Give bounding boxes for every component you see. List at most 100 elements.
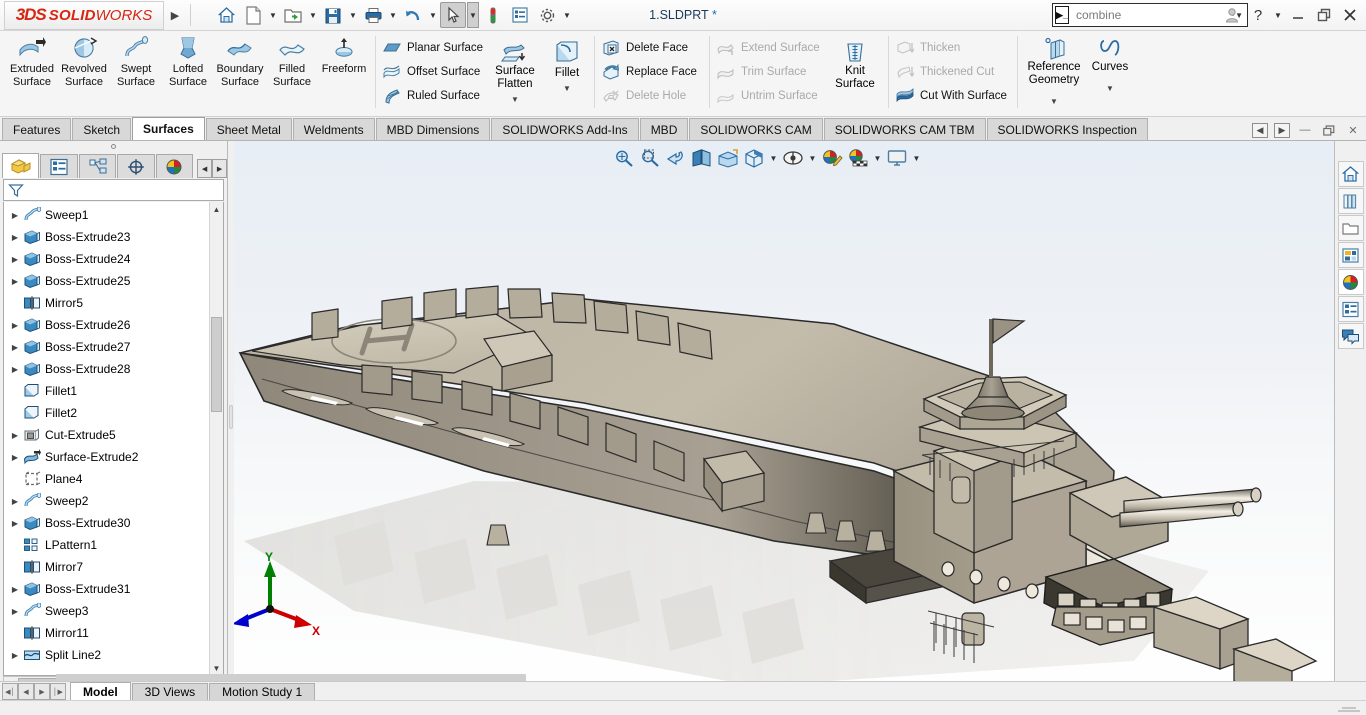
fillet-button[interactable]: Fillet ▼ bbox=[545, 31, 589, 95]
zoom-to-area-icon[interactable] bbox=[638, 146, 662, 170]
previous-document-button[interactable]: ◀ bbox=[1252, 122, 1268, 138]
save-icon[interactable] bbox=[320, 2, 346, 28]
surface-flatten-chevron-down-icon[interactable]: ▼ bbox=[511, 93, 519, 106]
apply-scene-icon[interactable] bbox=[846, 146, 870, 170]
expand-arrow-icon[interactable]: ▶ bbox=[8, 321, 22, 330]
feature-tree-item[interactable]: ▶ Boss-Extrude26 bbox=[4, 314, 209, 336]
expand-arrow-icon[interactable]: ▶ bbox=[8, 453, 22, 462]
help-chevron-down-icon[interactable]: ▼ bbox=[1272, 2, 1284, 28]
ruled-surface-button[interactable]: Ruled Surface bbox=[381, 85, 485, 107]
offset-surface-button[interactable]: Offset Surface bbox=[381, 61, 485, 83]
extruded-surface-button[interactable]: Extruded Surface bbox=[6, 31, 58, 88]
feature-tree-item[interactable]: ▶ Surface-Extrude2 bbox=[4, 446, 209, 468]
view-settings-icon[interactable] bbox=[885, 146, 909, 170]
display-manager-tab[interactable] bbox=[155, 154, 194, 178]
expand-arrow-icon[interactable]: ▶ bbox=[8, 343, 22, 352]
reference-geometry-chevron-down-icon[interactable]: ▼ bbox=[1050, 95, 1058, 108]
feature-manager-tab-next-button[interactable]: ▶ bbox=[212, 159, 228, 178]
feature-tree-item[interactable]: ▶ Sweep3 bbox=[4, 600, 209, 622]
tab-mbd[interactable]: MBD bbox=[639, 118, 689, 140]
tab-solidworks-cam[interactable]: SOLIDWORKS CAM bbox=[689, 118, 823, 140]
open-document-icon[interactable] bbox=[280, 2, 306, 28]
new-document-icon[interactable] bbox=[240, 2, 266, 28]
feature-tree-item[interactable]: ▶ Boss-Extrude30 bbox=[4, 512, 209, 534]
cut-with-surface-button[interactable]: Cut With Surface bbox=[894, 85, 1012, 107]
revolved-surface-button[interactable]: Revolved Surface bbox=[58, 31, 110, 88]
feature-tree-item[interactable]: ▶ Boss-Extrude27 bbox=[4, 336, 209, 358]
naval-warship-3d-model[interactable]: X Y Z bbox=[234, 141, 1334, 692]
options-gear-icon[interactable] bbox=[534, 2, 560, 28]
scroll-up-arrow-icon[interactable]: ▲ bbox=[210, 202, 223, 216]
expand-arrow-icon[interactable]: ▶ bbox=[8, 211, 22, 220]
print-chevron-down-icon[interactable]: ▼ bbox=[387, 2, 399, 28]
property-manager-tab[interactable] bbox=[40, 154, 78, 178]
solidworks-resources-icon[interactable] bbox=[1337, 161, 1364, 187]
swept-surface-button[interactable]: Swept Surface bbox=[110, 31, 162, 88]
display-style-chevron-down-icon[interactable]: ▼ bbox=[768, 146, 779, 170]
expand-arrow-icon[interactable]: ▶ bbox=[8, 585, 22, 594]
expand-arrow-icon[interactable]: ▶ bbox=[8, 365, 22, 374]
last-tab-button[interactable]: │▶ bbox=[50, 683, 66, 700]
expand-arrow-icon[interactable]: ▶ bbox=[8, 651, 22, 660]
hide-show-items-icon[interactable] bbox=[781, 146, 805, 170]
feature-tree-item[interactable]: Fillet2 bbox=[4, 402, 209, 424]
feature-tree-item[interactable]: ▶ Boss-Extrude23 bbox=[4, 226, 209, 248]
next-tab-button[interactable]: ▶ bbox=[34, 683, 50, 700]
display-style-icon[interactable] bbox=[742, 146, 766, 170]
freeform-button[interactable]: Freeform bbox=[318, 31, 370, 88]
feature-tree-item[interactable]: Mirror5 bbox=[4, 292, 209, 314]
document-restore-button[interactable] bbox=[1320, 122, 1338, 138]
restore-icon[interactable] bbox=[1312, 2, 1336, 28]
feature-tree-item[interactable]: ▶ Split Line2 bbox=[4, 644, 209, 666]
tab-sketch[interactable]: Sketch bbox=[72, 118, 132, 140]
tab-features[interactable]: Features bbox=[2, 118, 72, 140]
hide-show-items-chevron-down-icon[interactable]: ▼ bbox=[807, 146, 818, 170]
previous-tab-button[interactable]: ◀ bbox=[18, 683, 34, 700]
user-account-icon[interactable] bbox=[1220, 2, 1244, 28]
tab-weldments[interactable]: Weldments bbox=[292, 118, 375, 140]
configuration-manager-tab[interactable] bbox=[78, 154, 117, 178]
save-chevron-down-icon[interactable]: ▼ bbox=[347, 2, 359, 28]
edit-appearance-icon[interactable] bbox=[820, 146, 844, 170]
replace-face-button[interactable]: Replace Face bbox=[600, 61, 704, 83]
dimxpert-manager-tab[interactable] bbox=[117, 154, 155, 178]
zoom-to-fit-icon[interactable] bbox=[612, 146, 636, 170]
graphics-viewport[interactable]: X Y Z ▼ bbox=[234, 141, 1334, 692]
tab-solidworks-add-ins[interactable]: SOLIDWORKS Add-Ins bbox=[491, 118, 639, 140]
design-library-icon[interactable] bbox=[1337, 188, 1364, 214]
view-settings-chevron-down-icon[interactable]: ▼ bbox=[911, 146, 922, 170]
tab-solidworks-cam-tbm[interactable]: SOLIDWORKS CAM TBM bbox=[823, 118, 986, 140]
expand-arrow-icon[interactable]: ▶ bbox=[8, 277, 22, 286]
view-orientation-icon[interactable] bbox=[716, 146, 740, 170]
filled-surface-button[interactable]: Filled Surface bbox=[266, 31, 318, 88]
feature-manager-tab-prev-button[interactable]: ◀ bbox=[197, 159, 213, 178]
expand-arrow-icon[interactable]: ▶ bbox=[8, 233, 22, 242]
file-explorer-icon[interactable] bbox=[1337, 215, 1364, 241]
curves-button[interactable]: Curves ▼ bbox=[1085, 31, 1135, 95]
search-input[interactable] bbox=[1075, 8, 1231, 22]
feature-tree-item[interactable]: ▶ Boss-Extrude31 bbox=[4, 578, 209, 600]
feature-tree-item[interactable]: ▶ Sweep2 bbox=[4, 490, 209, 512]
fillet-chevron-down-icon[interactable]: ▼ bbox=[563, 82, 571, 95]
expand-arrow-icon[interactable]: ▶ bbox=[8, 255, 22, 264]
feature-tree-item[interactable]: ▶ Boss-Extrude25 bbox=[4, 270, 209, 292]
expand-arrow-icon[interactable]: ▶ bbox=[8, 519, 22, 528]
feature-manager-tab[interactable] bbox=[2, 153, 40, 178]
curves-chevron-down-icon[interactable]: ▼ bbox=[1106, 82, 1114, 95]
command-search-box[interactable]: ▶_ ▼ bbox=[1052, 3, 1248, 27]
apply-scene-chevron-down-icon[interactable]: ▼ bbox=[872, 146, 883, 170]
file-properties-icon[interactable] bbox=[507, 2, 533, 28]
options-chevron-down-icon[interactable]: ▼ bbox=[561, 2, 573, 28]
planar-surface-button[interactable]: Planar Surface bbox=[381, 37, 485, 59]
menu-expand-arrow-icon[interactable]: ▶ bbox=[164, 1, 186, 30]
scroll-down-arrow-icon[interactable]: ▼ bbox=[210, 661, 223, 675]
knit-surface-button[interactable]: Knit Surface bbox=[827, 31, 883, 91]
undo-chevron-down-icon[interactable]: ▼ bbox=[427, 2, 439, 28]
select-cursor-icon[interactable] bbox=[440, 2, 466, 28]
first-tab-button[interactable]: ◀│ bbox=[2, 683, 18, 700]
surface-flatten-button[interactable]: Surface Flatten ▼ bbox=[485, 31, 545, 106]
tab-surfaces[interactable]: Surfaces bbox=[132, 117, 205, 140]
select-chevron-down-icon[interactable]: ▼ bbox=[467, 2, 479, 28]
previous-view-icon[interactable] bbox=[664, 146, 688, 170]
rebuild-traffic-light-icon[interactable] bbox=[480, 2, 506, 28]
